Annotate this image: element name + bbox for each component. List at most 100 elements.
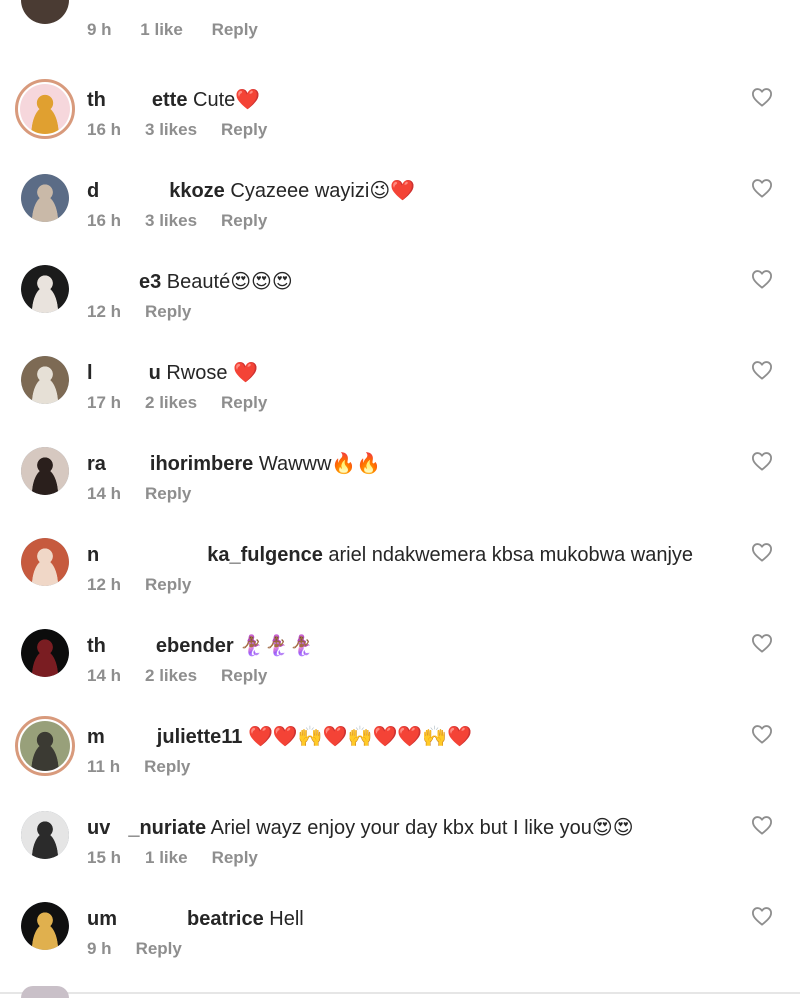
comment-row: m juliette11 ❤️❤️🙌❤️🙌❤️❤️🙌❤️ 11 h Reply — [0, 708, 800, 799]
username-end[interactable]: juliette11 — [157, 726, 243, 748]
username[interactable]: m — [87, 726, 105, 748]
username[interactable]: d — [87, 180, 99, 202]
heart-outline-icon[interactable] — [751, 178, 773, 198]
comment-line: m juliette11 ❤️❤️🙌❤️🙌❤️❤️🙌❤️ — [87, 725, 472, 749]
comment-meta: 12 h Reply — [87, 302, 191, 322]
avatar[interactable] — [21, 447, 69, 495]
reply-button[interactable]: Reply — [221, 120, 267, 139]
avatar[interactable] — [21, 538, 69, 586]
username-end[interactable]: ihorimbere — [150, 453, 253, 475]
username-end[interactable]: e3 — [139, 271, 161, 293]
comment-time: 12 h — [87, 302, 122, 321]
comment-text: ariel ndakwemera kbsa mukobwa wanjye — [322, 544, 694, 566]
heart-outline-icon[interactable] — [751, 269, 773, 289]
comment-text: Ariel wayz enjoy your day kbx but I like… — [206, 817, 634, 839]
comment-time: 17 h — [87, 393, 122, 412]
reply-button[interactable]: Reply — [145, 575, 191, 594]
username-end[interactable]: ette — [152, 89, 188, 111]
heart-outline-icon[interactable] — [751, 87, 773, 107]
avatar[interactable] — [21, 902, 69, 950]
comment-meta: 17 h 2 likes Reply — [87, 393, 267, 413]
comment-meta: 14 h 2 likes Reply — [87, 666, 267, 686]
comment-row: e3 Beauté😍😍😍 12 h Reply — [0, 253, 800, 344]
heart-outline-icon[interactable] — [751, 542, 773, 562]
like-count[interactable]: 2 likes — [145, 666, 197, 685]
like-count[interactable]: 2 likes — [145, 393, 197, 412]
like-count[interactable]: 3 likes — [145, 120, 197, 139]
comment-line: e3 Beauté😍😍😍 — [87, 270, 293, 294]
comment-time: 16 h — [87, 120, 122, 139]
comment-line: n ka_fulgence ariel ndakwemera kbsa mukob… — [87, 543, 693, 567]
reply-button[interactable]: Reply — [221, 211, 267, 230]
comment-text: Wawww🔥🔥 — [253, 453, 382, 475]
comment-meta: 11 h Reply — [87, 757, 190, 777]
username-end[interactable]: ka_fulgence — [207, 544, 323, 566]
avatar[interactable] — [21, 356, 69, 404]
reply-button[interactable]: Reply — [212, 20, 258, 39]
comment-text: 🧜🏾‍♀️🧜🏾‍♀️🧜🏾‍♀️ — [233, 635, 314, 657]
heart-outline-icon[interactable] — [751, 360, 773, 380]
comment-text: Rwose ❤️ — [160, 362, 258, 384]
avatar[interactable] — [15, 79, 75, 139]
avatar[interactable] — [21, 811, 69, 859]
username[interactable]: um — [87, 908, 117, 930]
comment-line: um beatrice Hell — [87, 907, 304, 931]
comment-time: 9 h — [87, 939, 112, 958]
username[interactable]: th — [87, 635, 106, 657]
avatar[interactable] — [21, 629, 69, 677]
comment-line: th ette Cute❤️ — [87, 88, 260, 112]
comment-time: 11 h — [87, 757, 121, 776]
username-redaction — [87, 274, 139, 291]
comment-time: 14 h — [87, 484, 122, 503]
comment-meta: 9 h 1 like Reply — [87, 20, 258, 40]
username-redaction — [110, 820, 129, 837]
reply-button[interactable]: Reply — [221, 393, 267, 412]
avatar[interactable] — [21, 174, 69, 222]
username-end[interactable]: ebender — [156, 635, 234, 657]
reply-button[interactable]: Reply — [212, 848, 258, 867]
like-count[interactable]: 1 like — [145, 848, 188, 867]
reply-button[interactable]: Reply — [221, 666, 267, 685]
comment-partial-top: 9 h 1 like Reply — [0, 0, 800, 50]
comment-row: d kkoze Cyazeee wayizi😉❤️ 16 h 3 likes Reply — [0, 162, 800, 253]
username-end[interactable]: _nuriate — [128, 817, 206, 839]
avatar-image — [21, 538, 69, 586]
comment-line: d kkoze Cyazeee wayizi😉❤️ — [87, 179, 415, 203]
username[interactable]: n — [87, 544, 99, 566]
avatar[interactable] — [21, 265, 69, 313]
heart-outline-icon[interactable] — [751, 451, 773, 471]
avatar[interactable] — [21, 0, 69, 24]
heart-outline-icon[interactable] — [751, 906, 773, 926]
heart-outline-icon[interactable] — [751, 724, 773, 744]
reply-button[interactable]: Reply — [136, 939, 182, 958]
comment-meta: 12 h Reply — [87, 575, 191, 595]
comment-line: lu Rwose ❤️ — [87, 361, 258, 385]
heart-outline-icon[interactable] — [751, 633, 773, 653]
username[interactable]: uv — [87, 817, 110, 839]
avatar-image — [21, 629, 69, 677]
reply-button[interactable]: Reply — [145, 302, 191, 321]
like-count[interactable]: 3 likes — [145, 211, 197, 230]
comment-row: um beatrice Hell 9 h Reply — [0, 890, 800, 981]
comment-time: 12 h — [87, 575, 122, 594]
username-redaction — [99, 183, 170, 200]
username-end[interactable]: beatrice — [187, 908, 264, 930]
avatar-image — [20, 84, 70, 134]
username-end[interactable]: u — [149, 362, 161, 384]
username-end[interactable]: kkoze — [169, 180, 225, 202]
heart-outline-icon[interactable] — [751, 815, 773, 835]
username[interactable]: ra — [87, 453, 106, 475]
comment-text: Beauté😍😍😍 — [161, 271, 293, 293]
comment-row: uv _nuriate Ariel wayz enjoy your day kbx… — [0, 799, 800, 890]
like-count[interactable]: 1 like — [140, 20, 183, 39]
comment-line: th ebender 🧜🏾‍♀️🧜🏾‍♀️🧜🏾‍♀️ — [87, 634, 314, 658]
username[interactable]: th — [87, 89, 106, 111]
comment-row: th ette Cute❤️ 16 h 3 likes Reply — [0, 71, 800, 162]
avatar-image — [21, 902, 69, 950]
reply-button[interactable]: Reply — [144, 757, 190, 776]
comment-row: th ebender 🧜🏾‍♀️🧜🏾‍♀️🧜🏾‍♀️ 14 h 2 likes Repl… — [0, 617, 800, 708]
avatar[interactable] — [15, 716, 75, 776]
reply-button[interactable]: Reply — [145, 484, 191, 503]
comment-text: ❤️❤️🙌❤️🙌❤️❤️🙌❤️ — [242, 726, 473, 748]
comment-row: n ka_fulgence ariel ndakwemera kbsa mukob… — [0, 526, 800, 617]
